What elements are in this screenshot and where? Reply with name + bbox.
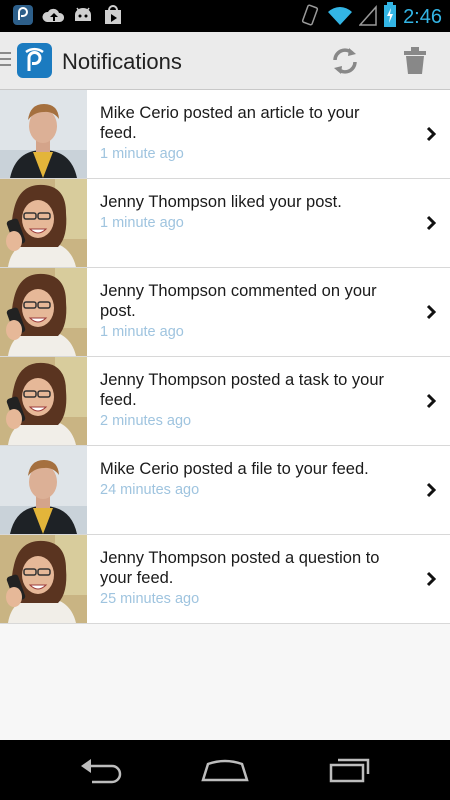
chevron-right-icon[interactable] (426, 571, 437, 587)
notification-time: 25 minutes ago (100, 591, 200, 607)
drawer-indicator-icon[interactable] (0, 52, 11, 70)
notification-text: Jenny Thompson posted a task to your fee… (100, 370, 400, 429)
notification-item[interactable]: Mike Cerio posted a file to your feed. 24… (0, 446, 450, 535)
chevron-right-icon[interactable] (426, 482, 437, 498)
avatar (0, 535, 87, 623)
app-logo-icon[interactable] (17, 43, 52, 78)
android-debug-icon (72, 4, 94, 26)
signal-icon (358, 4, 377, 31)
recent-apps-icon[interactable] (328, 754, 374, 791)
back-icon[interactable] (78, 754, 122, 791)
avatar (0, 179, 87, 267)
notification-message: Jenny Thompson commented on your post. (100, 282, 377, 320)
notification-text: Jenny Thompson commented on your post. 1 … (100, 281, 400, 340)
navigation-bar (0, 740, 450, 800)
notification-message: Jenny Thompson posted a task to your fee… (100, 371, 385, 409)
vibrate-icon (299, 3, 321, 32)
notification-item[interactable]: Jenny Thompson posted a task to your fee… (0, 357, 450, 446)
notification-time: 1 minute ago (100, 146, 184, 162)
chevron-right-icon[interactable] (426, 215, 437, 231)
home-icon[interactable] (200, 754, 250, 791)
status-left-icons (12, 4, 124, 26)
page-title: Notifications (62, 49, 182, 74)
notification-text: Mike Cerio posted an article to your fee… (100, 103, 400, 162)
notification-item[interactable]: Jenny Thompson commented on your post. 1 … (0, 268, 450, 357)
avatar (0, 446, 87, 534)
notification-list: Mike Cerio posted an article to your fee… (0, 90, 450, 624)
wifi-icon (327, 4, 353, 31)
notification-item[interactable]: Mike Cerio posted an article to your fee… (0, 90, 450, 179)
status-right-icons: 2:46 (299, 2, 442, 33)
notification-message: Jenny Thompson liked your post. (100, 193, 342, 211)
notification-item[interactable]: Jenny Thompson liked your post. 1 minute … (0, 179, 450, 268)
notification-time: 1 minute ago (100, 215, 184, 231)
play-store-icon (102, 4, 124, 26)
action-bar: Notifications (0, 32, 450, 90)
notification-time: 24 minutes ago (100, 482, 200, 498)
battery-charging-icon (383, 2, 397, 33)
trash-icon[interactable] (400, 45, 430, 77)
status-time: 2:46 (403, 6, 442, 28)
notification-item[interactable]: Jenny Thompson posted a question to your… (0, 535, 450, 624)
status-bar: 2:46 (0, 0, 450, 32)
avatar (0, 90, 87, 178)
notification-text: Mike Cerio posted a file to your feed. 24… (100, 459, 400, 498)
chevron-right-icon[interactable] (426, 304, 437, 320)
refresh-icon[interactable] (329, 45, 361, 77)
notification-message: Jenny Thompson posted a question to your… (100, 549, 380, 587)
avatar (0, 268, 87, 356)
notification-time: 1 minute ago (100, 324, 184, 340)
avatar (0, 357, 87, 445)
notification-message: Mike Cerio posted a file to your feed. (100, 460, 369, 478)
notification-message: Mike Cerio posted an article to your fee… (100, 104, 360, 142)
notification-text: Jenny Thompson posted a question to your… (100, 548, 400, 607)
chevron-right-icon[interactable] (426, 393, 437, 409)
notification-time: 2 minutes ago (100, 413, 192, 429)
notification-text: Jenny Thompson liked your post. 1 minute … (100, 192, 400, 231)
app-notification-icon (12, 4, 34, 26)
cloud-upload-icon (42, 4, 64, 26)
chevron-right-icon[interactable] (426, 126, 437, 142)
